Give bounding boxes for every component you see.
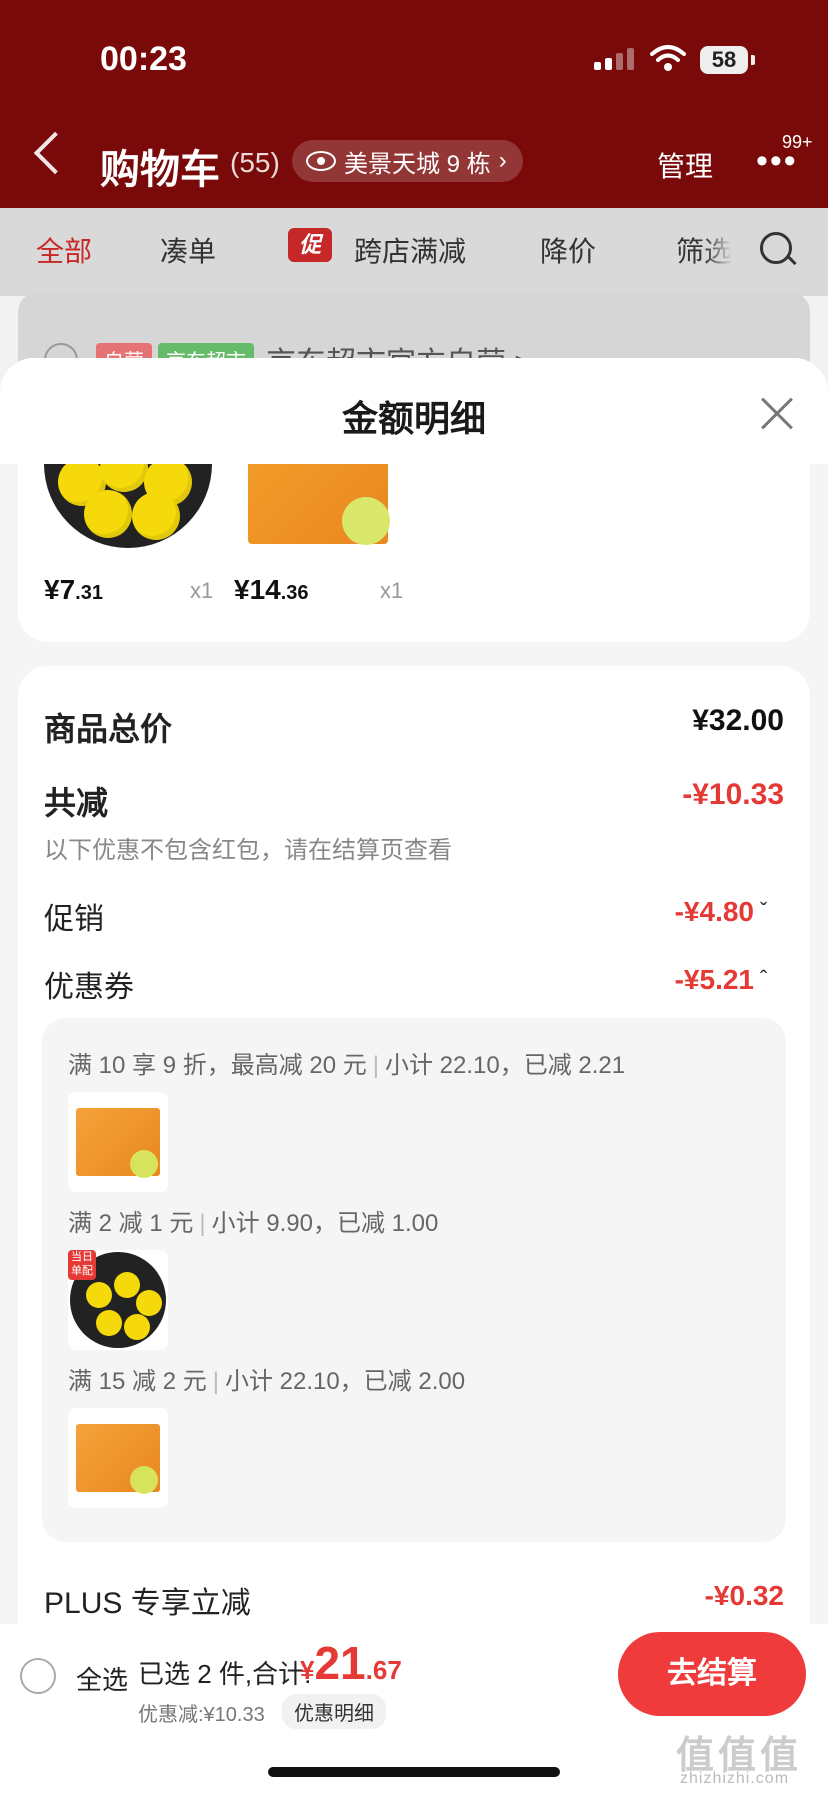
tab-price-drop[interactable]: 降价: [540, 230, 596, 270]
coupon-rule-line: 满 2 减 1 元 | 小计 9.90，已减 1.00: [68, 1210, 439, 1237]
message-badge: 99+: [782, 132, 813, 152]
coupon-product-thumb: [68, 1408, 168, 1508]
tab-filter[interactable]: 筛选: [676, 230, 732, 270]
product-qty: x1: [380, 578, 404, 603]
more-icon[interactable]: •••: [756, 144, 798, 178]
home-indicator: [268, 1767, 560, 1777]
eye-icon: [306, 151, 336, 171]
select-all-radio[interactable]: [20, 1658, 56, 1694]
wifi-icon: [650, 45, 686, 71]
coupon-product-thumb: 当日 单配: [68, 1250, 168, 1350]
close-icon[interactable]: [756, 394, 796, 434]
sheet-title: 金额明细: [341, 398, 486, 439]
coupon-rule-line: 满 10 享 9 折，最高减 20 元 | 小计 22.10，已减 2.21: [68, 1052, 626, 1079]
manage-button[interactable]: 管理: [657, 145, 713, 185]
coupon-rule-line: 满 15 减 2 元 | 小计 22.10，已减 2.00: [68, 1368, 466, 1395]
battery-tip: [751, 55, 755, 65]
plus-discount-label: PLUS 专享立减: [44, 1587, 251, 1620]
search-icon[interactable]: [760, 232, 792, 264]
signal-icon: [594, 48, 634, 70]
coupon-label: 优惠券: [44, 971, 134, 1004]
promo-value[interactable]: -¥4.80: [675, 896, 754, 928]
tab-bundle[interactable]: 凑单: [160, 230, 216, 270]
location-label: 美景天城 9 栋: [344, 150, 491, 178]
product-qty: x1: [190, 578, 214, 603]
same-day-tag: 当日 单配: [68, 1250, 96, 1280]
total-reduce-value: -¥10.33: [682, 778, 784, 811]
selected-count: 已选 2 件,合计:: [138, 1659, 312, 1689]
site-watermark-url: zhizhizhi.com: [680, 1770, 790, 1787]
location-chip[interactable]: 美景天城 9 栋 ›: [292, 140, 523, 182]
total-reduce-label: 共减: [44, 785, 109, 821]
reduce-note: 以下优惠不包含红包，请在结算页查看: [44, 837, 452, 864]
checkout-button[interactable]: 去结算: [618, 1632, 806, 1716]
discount-detail-button[interactable]: 优惠明细: [282, 1694, 386, 1729]
tab-cross-store[interactable]: 跨店满减: [354, 230, 466, 270]
chevron-up-icon[interactable]: ˆ: [760, 966, 767, 992]
chevron-right-icon: ›: [498, 147, 507, 174]
status-time: 00:23: [100, 40, 187, 78]
promo-label: 促销: [44, 903, 104, 936]
coupon-value[interactable]: -¥5.21: [675, 964, 754, 996]
battery-indicator: 58: [700, 46, 748, 74]
tab-all[interactable]: 全部: [36, 230, 92, 270]
cart-count: (55): [230, 147, 280, 178]
product-price: ¥7.31: [44, 574, 103, 605]
page-title: 购物车: [100, 148, 220, 192]
discount-amount: 优惠减:¥10.33: [138, 1704, 265, 1726]
orange-fruit-graphic: [342, 497, 390, 545]
total-amount: ¥21.67: [300, 1637, 402, 1689]
chevron-down-icon[interactable]: ˇ: [760, 898, 767, 924]
promo-badge: 促: [288, 228, 332, 262]
plus-discount-value: -¥0.32: [704, 1580, 784, 1611]
product-price: ¥14.36: [234, 574, 309, 605]
coupon-product-thumb: [68, 1092, 168, 1192]
goods-total-label: 商品总价: [44, 711, 173, 747]
select-all-label[interactable]: 全选: [76, 1660, 128, 1697]
goods-total-value: ¥32.00: [692, 704, 784, 737]
